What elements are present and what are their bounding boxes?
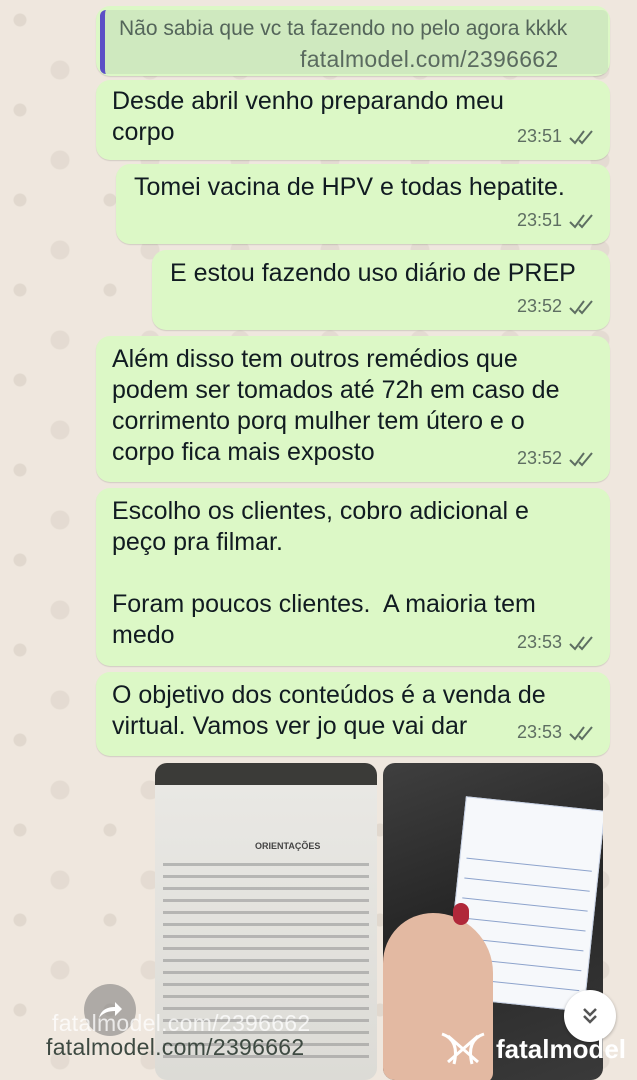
watermark-brand: fatalmodel	[436, 1030, 626, 1068]
nail	[453, 903, 469, 925]
double-check-icon	[569, 725, 593, 741]
message-text: Tomei vacina de HPV e todas hepatite.	[134, 173, 565, 201]
chevron-double-down-icon	[583, 1008, 597, 1024]
message-meta: 23:52	[517, 443, 596, 474]
message-time: 23:53	[516, 632, 562, 652]
message-time: 23:53	[516, 722, 562, 742]
double-check-icon	[569, 129, 593, 145]
message-meta: 23:53	[517, 627, 596, 658]
message-bubble[interactable]: Além disso tem outros remédios que podem…	[96, 336, 610, 482]
message-meta: 23:51	[517, 205, 596, 236]
message-bubble[interactable]: Desde abril venho preparando meu corpo 2…	[96, 80, 610, 160]
message-meta: 23:51	[517, 121, 596, 152]
message-meta: 23:53	[517, 717, 596, 748]
message-meta: 23:52	[517, 291, 596, 322]
message-time: 23:51	[516, 126, 562, 146]
double-check-icon	[569, 213, 593, 229]
watermark-url-bottom: fatalmodel.com/2396662	[46, 1034, 305, 1060]
document-heading: ORIENTAÇÕES	[255, 841, 321, 851]
watermark-url-top: fatalmodel.com/2396662	[300, 46, 559, 72]
message-bubble[interactable]: E estou fazendo uso diário de PREP 23:52	[152, 250, 610, 330]
message-bubble[interactable]: Escolho os clientes, cobro adicional e p…	[96, 488, 610, 666]
brand-name: fatalmodel	[496, 1033, 627, 1064]
message-bubble[interactable]: O objetivo dos conteúdos é a venda de vi…	[96, 672, 610, 756]
message-time: 23:52	[516, 296, 562, 316]
double-check-icon	[569, 635, 593, 651]
quoted-message-text: Não sabia que vc ta fazendo no pelo agor…	[119, 17, 568, 40]
message-time: 23:52	[516, 448, 562, 468]
message-bubble[interactable]: Tomei vacina de HPV e todas hepatite. 23…	[116, 164, 610, 244]
message-text: E estou fazendo uso diário de PREP	[170, 259, 576, 287]
double-check-icon	[569, 451, 593, 467]
double-check-icon	[569, 299, 593, 315]
watermark-url-faded: fatalmodel.com/2396662	[52, 1010, 311, 1036]
message-time: 23:51	[516, 210, 562, 230]
brand-logo-icon	[441, 1032, 485, 1065]
